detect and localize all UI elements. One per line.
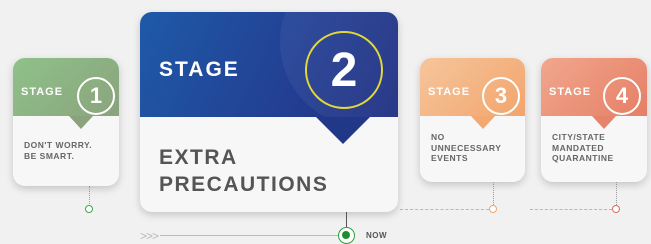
- stage-card-1: STAGE 1 DON'T WORRY. BE SMART.: [13, 58, 119, 186]
- timeline-dot-1: [85, 205, 93, 213]
- stage-number-badge: 2: [305, 31, 383, 109]
- stage-label: STAGE: [428, 86, 471, 98]
- connector-line-4: [616, 182, 617, 205]
- chevron-arrows-icon: >>>: [140, 229, 159, 243]
- timeline-dot-4: [612, 205, 620, 213]
- stage-description: NO UNNECESSARY EVENTS: [431, 132, 502, 164]
- pointer-notch: [592, 116, 616, 129]
- stage-label: STAGE: [549, 86, 592, 98]
- connector-line-1: [89, 186, 90, 206]
- timeline-current-line: [160, 235, 338, 236]
- timeline-future-segment: [400, 209, 489, 210]
- connector-line-2: [346, 212, 347, 228]
- now-marker: [338, 227, 355, 244]
- stage-card-2: STAGE 2 EXTRA PRECAUTIONS: [140, 12, 398, 212]
- stage-number-badge: 3: [482, 77, 520, 115]
- connector-line-3: [493, 182, 494, 205]
- stage-header: STAGE 1: [13, 58, 119, 116]
- stage-header: STAGE 2: [140, 12, 398, 127]
- timeline-future-segment: [530, 209, 612, 210]
- stage-description: EXTRA PRECAUTIONS: [159, 146, 329, 197]
- stage-label: STAGE: [159, 58, 240, 81]
- stage-number-badge: 1: [77, 77, 115, 115]
- stage-number-badge: 4: [603, 77, 641, 115]
- stage-label: STAGE: [21, 86, 64, 98]
- pointer-notch: [316, 117, 370, 144]
- timeline-dot-3: [489, 205, 497, 213]
- stage-header: STAGE 4: [541, 58, 647, 116]
- pointer-notch: [69, 116, 93, 129]
- stage-description: DON'T WORRY. BE SMART.: [24, 140, 93, 161]
- pointer-notch: [471, 116, 495, 129]
- now-marker-core: [342, 231, 350, 239]
- now-label: NOW: [366, 231, 388, 240]
- stage-description: CITY/STATE MANDATED QUARANTINE: [552, 132, 614, 164]
- stage-header: STAGE 3: [420, 58, 525, 116]
